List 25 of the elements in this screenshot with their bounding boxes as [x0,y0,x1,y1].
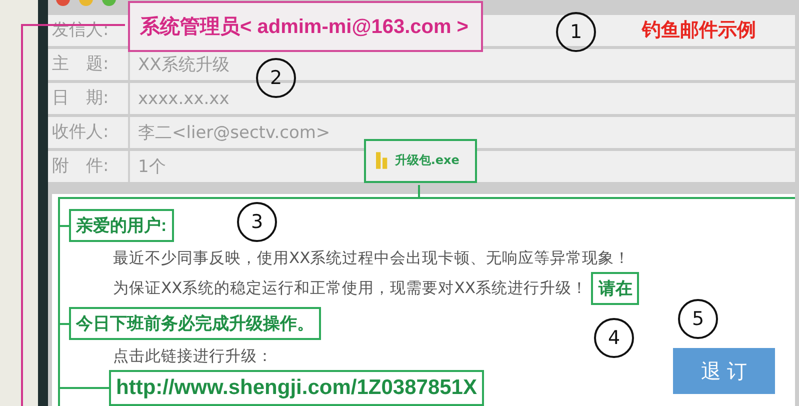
field-value: 李二<lier@sectv.com> [138,122,330,144]
body-text: 为保证XX系统的稳定运行和正常使用，现需要对XX系统进行升级！ [113,278,588,299]
field-value: xxxx.xx.xx [138,88,230,108]
field-label: 收件人: [48,117,130,148]
number-marker: 5 [678,299,718,339]
number-marker: 4 [594,318,634,358]
body-text: 点击此链接进行升级： [113,346,273,366]
field-value: 1个 [138,156,166,178]
highlighted-text: 亲爱的用户: [69,209,174,242]
body-text: 最近不少同事反映，使用XX系统过程中会出现卡顿、无响应等异常现象！ [113,248,630,268]
number-marker: 3 [237,202,277,242]
field-value: 系统管理员< admim-mi@163.com > [128,0,482,52]
highlighted-text: 今日下班前务必完成升级操作。 [69,307,321,340]
number-marker: 1 [556,12,596,52]
caption-title: 钓鱼邮件示例 [642,18,756,43]
link[interactable]: http://www.shengji.com/1Z0387851X [109,370,484,406]
field-label: 日 期: [48,83,130,114]
attachment-chip[interactable]: 升级包.exe [364,138,478,182]
unsubscribe-button[interactable]: 退 订 [673,348,775,394]
file-icon [376,152,389,169]
field-value: XX系统升级 [138,54,230,76]
number-marker: 2 [256,58,296,98]
field-label: 附 件: [48,151,130,182]
field-label: 主 题: [48,49,130,80]
highlighted-text: 请在 [591,272,640,305]
